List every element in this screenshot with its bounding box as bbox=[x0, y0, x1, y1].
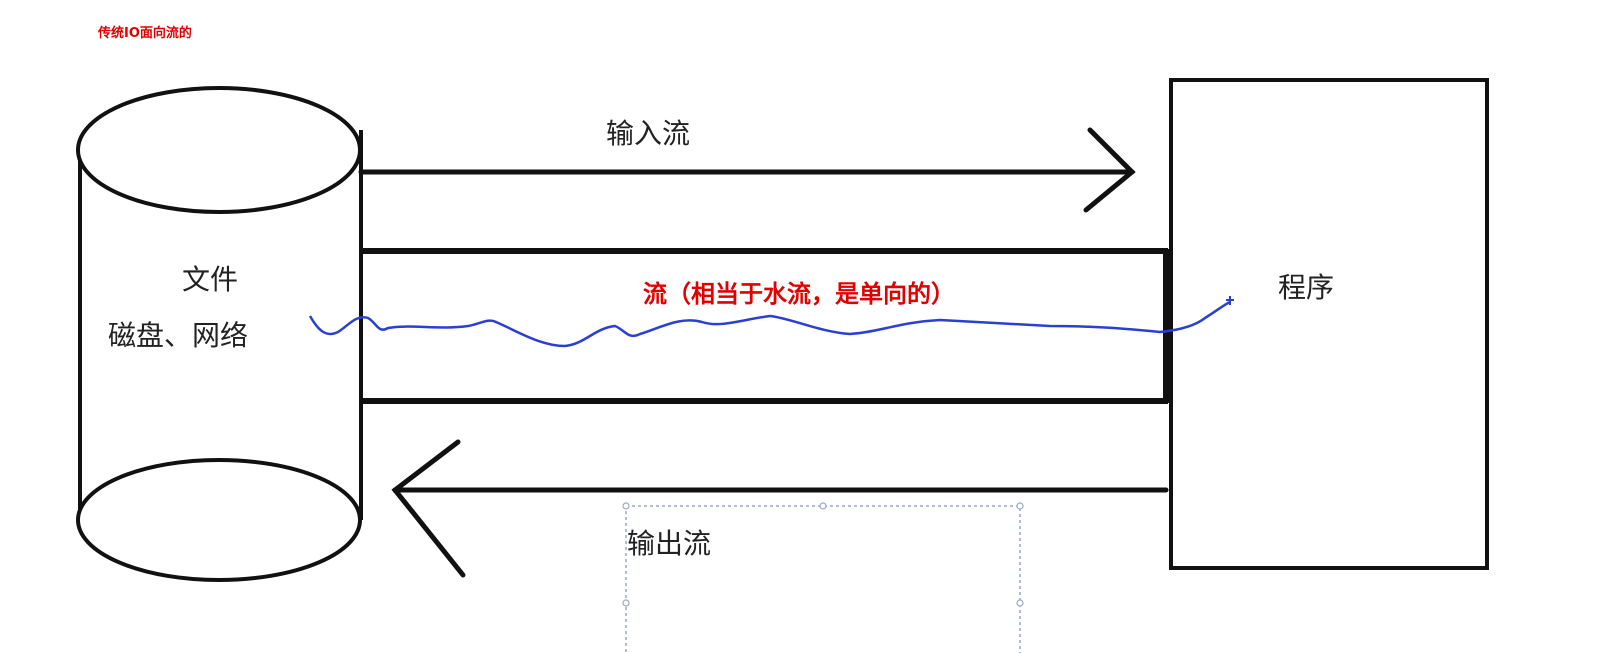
source-label-disk-network: 磁盘、网络 bbox=[108, 319, 249, 352]
input-arrow bbox=[358, 127, 1136, 213]
stream-label: 流（相当于水流，是单向的） bbox=[643, 280, 955, 308]
source-label-file: 文件 bbox=[182, 263, 239, 296]
cylinder-top-ellipse bbox=[76, 86, 362, 214]
input-stream-label: 输入流 bbox=[606, 117, 691, 150]
cylinder-bottom-ellipse bbox=[76, 458, 362, 582]
output-stream-label: 输出流 bbox=[627, 527, 712, 560]
header-title: 传统IO面向流的 bbox=[98, 26, 192, 41]
program-box bbox=[1169, 78, 1489, 570]
output-arrow bbox=[391, 439, 1169, 578]
program-label: 程序 bbox=[1278, 271, 1335, 304]
